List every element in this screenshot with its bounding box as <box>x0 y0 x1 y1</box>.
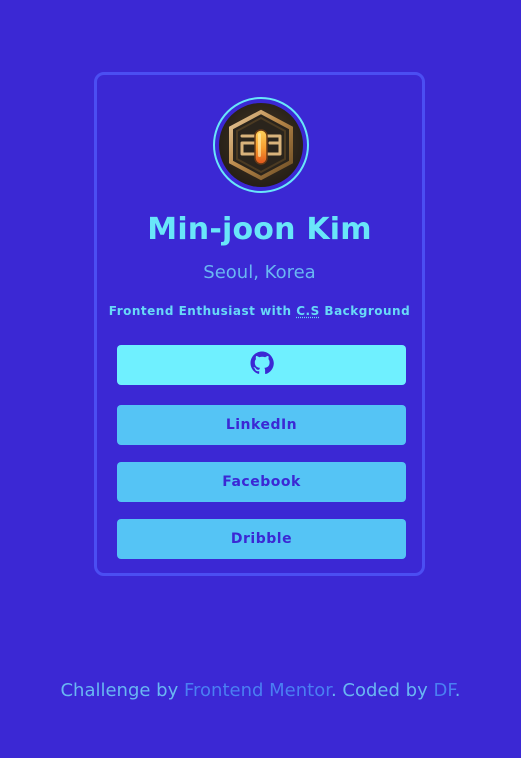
profile-card: Min-joon Kim Seoul, Korea Frontend Enthu… <box>94 72 425 576</box>
frontend-mentor-link[interactable]: Frontend Mentor <box>184 680 331 701</box>
linkedin-button[interactable]: LinkedIn <box>117 405 406 445</box>
footer-middle: . Coded by <box>330 680 434 701</box>
linkedin-button-label: LinkedIn <box>225 417 298 433</box>
dribbble-button-label: Dribble <box>230 531 293 547</box>
avatar <box>213 97 309 193</box>
bio-abbr: C.S <box>296 304 320 318</box>
facebook-button-label: Facebook <box>222 474 301 490</box>
profile-location: Seoul, Korea <box>203 262 316 283</box>
bio-prefix: Frontend Enthusiast with <box>108 304 297 318</box>
footer-suffix: . <box>454 680 461 701</box>
2023-hexagon-logo-icon <box>219 103 303 187</box>
dribbble-button[interactable]: Dribble <box>117 519 406 559</box>
author-link[interactable]: DF <box>433 680 454 701</box>
github-button[interactable] <box>117 345 406 385</box>
footer-prefix: Challenge by <box>60 680 184 701</box>
bio-suffix: Background <box>319 304 411 318</box>
facebook-button[interactable]: Facebook <box>117 462 406 502</box>
profile-bio: Frontend Enthusiast with C.S Background <box>97 304 422 318</box>
profile-name: Min-joon Kim <box>147 212 372 247</box>
github-icon <box>250 351 274 379</box>
attribution-footer: Challenge by Frontend Mentor. Coded by D… <box>0 679 521 702</box>
